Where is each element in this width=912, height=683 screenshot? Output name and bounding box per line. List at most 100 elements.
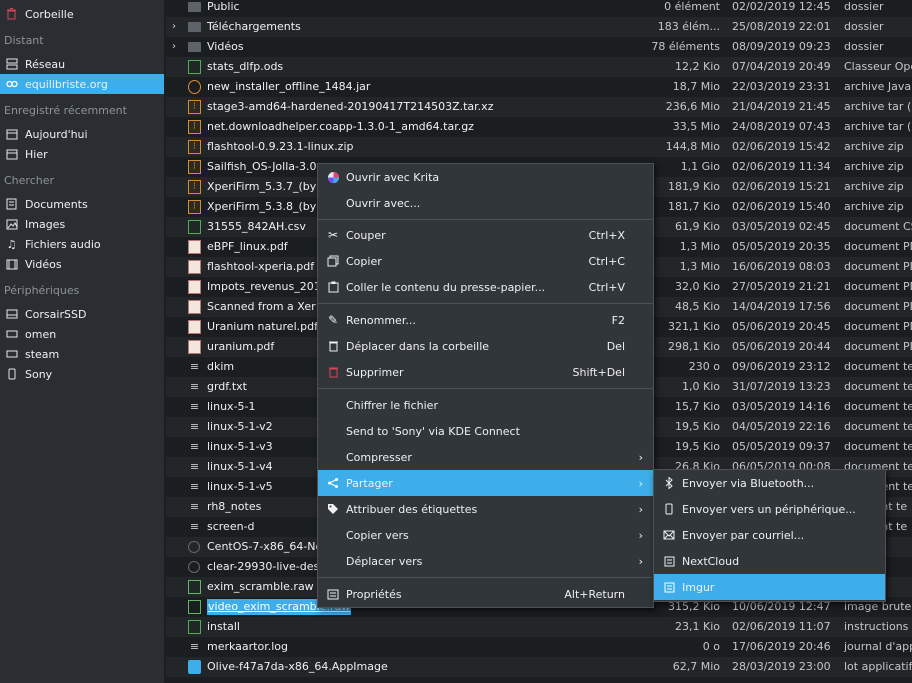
menu-item-encrypt[interactable]: Chiffrer le fichier [318, 392, 653, 418]
file-date: 03/05/2019 14:16 [732, 400, 831, 413]
text-file-icon: ≡ [189, 440, 200, 453]
sidebar-item-omen[interactable]: omen [0, 324, 164, 344]
share-submenu: Envoyer via Bluetooth... Envoyer vers un… [653, 469, 886, 602]
phone-icon [5, 368, 18, 381]
file-name: screen-d [207, 520, 255, 533]
file-size: 15,7 Kio [675, 400, 720, 413]
imgur-icon [662, 580, 676, 594]
file-row[interactable]: ⁝ flashtool-0.9.23.1-linux.zip 144,8 Mio 02… [166, 137, 912, 157]
menu-item-kde-connect[interactable]: Send to 'Sony' via KDE Connect [318, 418, 653, 444]
menu-item-label: Déplacer dans la corbeille [346, 339, 490, 353]
sidebar-item-label: steam [25, 347, 60, 361]
menu-item-label: Envoyer par courriel... [682, 528, 805, 542]
file-row[interactable]: › Téléchargements 183 élém... 25/08/2019 22… [166, 17, 912, 37]
file-size: 48,5 Kio [675, 300, 720, 313]
file-type: document PD [844, 280, 912, 293]
file-name: install [207, 620, 240, 633]
archive-icon: ⁝ [188, 160, 201, 174]
file-date: 04/05/2019 22:16 [732, 420, 831, 433]
file-name: Scanned from a Xer [207, 300, 316, 313]
file-type: archive zip [844, 200, 904, 213]
file-type: document PD [844, 320, 912, 333]
sidebar-item-corsairssd[interactable]: CorsairSSD [0, 304, 164, 324]
menu-item-move-to-trash[interactable]: Déplacer dans la corbeille Del [318, 333, 653, 359]
file-name: merkaartor.log [207, 640, 289, 653]
file-date: 31/07/2019 13:23 [732, 380, 831, 393]
shortcut-label: Shift+Del [572, 365, 625, 379]
file-size: 0 élément [664, 0, 720, 13]
file-name: dkim [207, 360, 235, 373]
file-size: 12,2 Kio [675, 60, 720, 73]
menu-item-label: Ouvrir avec... [346, 196, 421, 210]
file-row[interactable]: stats_dlfp.ods 12,2 Kio 07/04/2019 20:49 Cl… [166, 57, 912, 77]
file-type: document PD [844, 300, 912, 313]
file-type: dossier [844, 20, 884, 33]
sidebar-item-steam[interactable]: steam [0, 344, 164, 364]
menu-item-compress[interactable]: Compresser › [318, 444, 653, 470]
menu-item-move-to[interactable]: Déplacer vers › [318, 548, 653, 574]
file-size: 18,7 Mio [672, 80, 720, 93]
file-name: clear-29930-live-des [207, 560, 320, 573]
file-row[interactable]: new_installer_offline_1484.jar 18,7 Mio 22… [166, 77, 912, 97]
share-item-imgur[interactable]: Imgur [654, 574, 885, 600]
file-name: CentOS-7-x86_64-Ne [207, 540, 323, 553]
file-row[interactable]: ⁝ stage3-amd64-hardened-20190417T214503Z.… [166, 97, 912, 117]
menu-item-label: Coller le contenu du presse-papier... [346, 280, 546, 294]
menu-item-open-krita[interactable]: Ouvrir avec Krita [318, 164, 653, 190]
sidebar-item-videos[interactable]: Vidéos [0, 254, 164, 274]
expand-arrow-icon[interactable]: › [172, 20, 182, 34]
spreadsheet-icon [188, 220, 201, 234]
sidebar-item-label: Vidéos [25, 257, 62, 271]
share-item-bluetooth[interactable]: Envoyer via Bluetooth... [654, 470, 885, 496]
menu-item-paste[interactable]: Coller le contenu du presse-papier... Ct… [318, 274, 653, 300]
shortcut-label: Alt+Return [564, 587, 625, 601]
sidebar-item-network[interactable]: Réseau [0, 54, 164, 74]
menu-item-copy[interactable]: Copier Ctrl+C [318, 248, 653, 274]
menu-item-properties[interactable]: Propriétés Alt+Return [318, 581, 653, 607]
menu-item-label: Copier vers [346, 528, 409, 542]
sidebar-item-sony[interactable]: Sony [0, 364, 164, 384]
share-item-nextcloud[interactable]: NextCloud [654, 548, 885, 574]
sidebar-item-trash[interactable]: Corbeille [0, 4, 164, 24]
sidebar-item-documents[interactable]: Documents [0, 194, 164, 214]
file-size: 321,1 Kio [668, 320, 720, 333]
expand-arrow-icon[interactable]: › [172, 40, 182, 54]
menu-item-label: Copier [346, 254, 382, 268]
menu-item-cut[interactable]: ✂ Couper Ctrl+X [318, 222, 653, 248]
sidebar-item-equilibriste[interactable]: equilibriste.org [0, 74, 164, 94]
file-type: document te [844, 360, 912, 373]
menu-item-copy-to[interactable]: Copier vers › [318, 522, 653, 548]
file-row[interactable]: Olive-f47a7da-x86_64.AppImage 62,7 Mio 28/… [166, 657, 912, 677]
file-row[interactable]: Public 0 élément 02/02/2019 12:45 dossier [166, 0, 912, 17]
file-name: stats_dlfp.ods [207, 60, 284, 73]
file-row[interactable]: install 23,1 Kio 02/06/2019 11:07 instructi… [166, 617, 912, 637]
text-file-icon: ≡ [189, 420, 200, 433]
menu-item-open-with[interactable]: Ouvrir avec... [318, 190, 653, 216]
sidebar-item-audio[interactable]: ♫ Fichiers audio [0, 234, 164, 254]
sidebar-item-today[interactable]: Aujourd'hui [0, 124, 164, 144]
sidebar-item-yesterday[interactable]: Hier [0, 144, 164, 164]
share-item-device[interactable]: Envoyer vers un périphérique... [654, 496, 885, 522]
file-size: 230 o [688, 360, 720, 373]
sidebar-item-images[interactable]: Images [0, 214, 164, 234]
text-file-icon: ≡ [189, 360, 200, 373]
sidebar-item-label: Documents [25, 197, 88, 211]
drive-icon [5, 348, 18, 361]
shortcut-label: F2 [611, 313, 625, 327]
menu-item-rename[interactable]: ✎ Renommer... F2 [318, 307, 653, 333]
file-date: 05/06/2019 20:45 [732, 320, 831, 333]
disc-image-icon [188, 541, 200, 553]
file-name: linux-5-1-v3 [207, 440, 273, 453]
file-date: 07/04/2019 20:49 [732, 60, 831, 73]
spreadsheet-icon [188, 620, 201, 634]
share-item-email[interactable]: Envoyer par courriel... [654, 522, 885, 548]
menu-item-delete[interactable]: Supprimer Shift+Del [318, 359, 653, 385]
file-row[interactable]: ≡ merkaartor.log 0 o 17/06/2019 20:46 journa… [166, 637, 912, 657]
menu-item-share[interactable]: Partager › [318, 470, 653, 496]
menu-item-assign-tags[interactable]: Attribuer des étiquettes › [318, 496, 653, 522]
file-row[interactable]: ⁝ net.downloadhelper.coapp-1.3.0-1_amd64.… [166, 117, 912, 137]
file-type: document PD [844, 260, 912, 273]
file-size: 236,6 Mio [665, 100, 720, 113]
file-row[interactable]: › Vidéos 78 éléments 08/09/2019 09:23 dossie… [166, 37, 912, 57]
file-name: 31555_842AH.csv [207, 220, 306, 233]
